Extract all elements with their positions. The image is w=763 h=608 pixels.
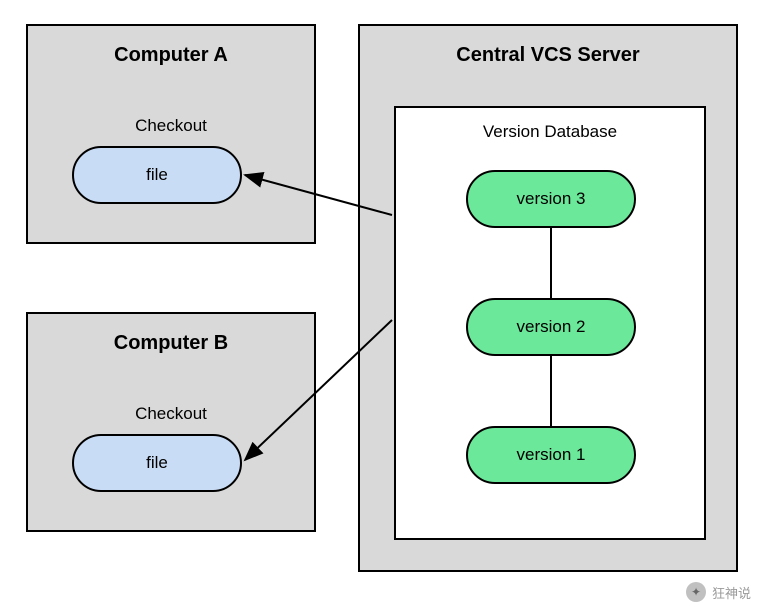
computer-a-title: Computer A — [28, 26, 314, 67]
diagram-canvas: Computer A Checkout file Computer B Chec… — [0, 0, 763, 608]
watermark: ✦ 狂神说 — [686, 582, 751, 602]
version-3-pill: version 3 — [466, 170, 636, 228]
version-2-label: version 2 — [517, 317, 586, 337]
version-1-label: version 1 — [517, 445, 586, 465]
version-database-title: Version Database — [396, 108, 704, 142]
watermark-icon: ✦ — [686, 582, 706, 602]
watermark-text: 狂神说 — [712, 583, 751, 602]
computer-b-file-pill: file — [72, 434, 242, 492]
version-database-box: Version Database version 3 version 2 ver… — [394, 106, 706, 540]
computer-a-file-pill: file — [72, 146, 242, 204]
computer-a-file-label: file — [146, 165, 168, 185]
server-box: Central VCS Server Version Database vers… — [358, 24, 738, 572]
version-1-pill: version 1 — [466, 426, 636, 484]
computer-a-box: Computer A Checkout file — [26, 24, 316, 244]
connector-v2-v1 — [550, 356, 552, 426]
connector-v3-v2 — [550, 228, 552, 298]
computer-b-title: Computer B — [28, 314, 314, 355]
version-3-label: version 3 — [517, 189, 586, 209]
computer-b-file-label: file — [146, 453, 168, 473]
computer-b-checkout-label: Checkout — [28, 404, 314, 424]
computer-a-checkout-label: Checkout — [28, 116, 314, 136]
server-title: Central VCS Server — [360, 26, 736, 67]
version-2-pill: version 2 — [466, 298, 636, 356]
computer-b-box: Computer B Checkout file — [26, 312, 316, 532]
